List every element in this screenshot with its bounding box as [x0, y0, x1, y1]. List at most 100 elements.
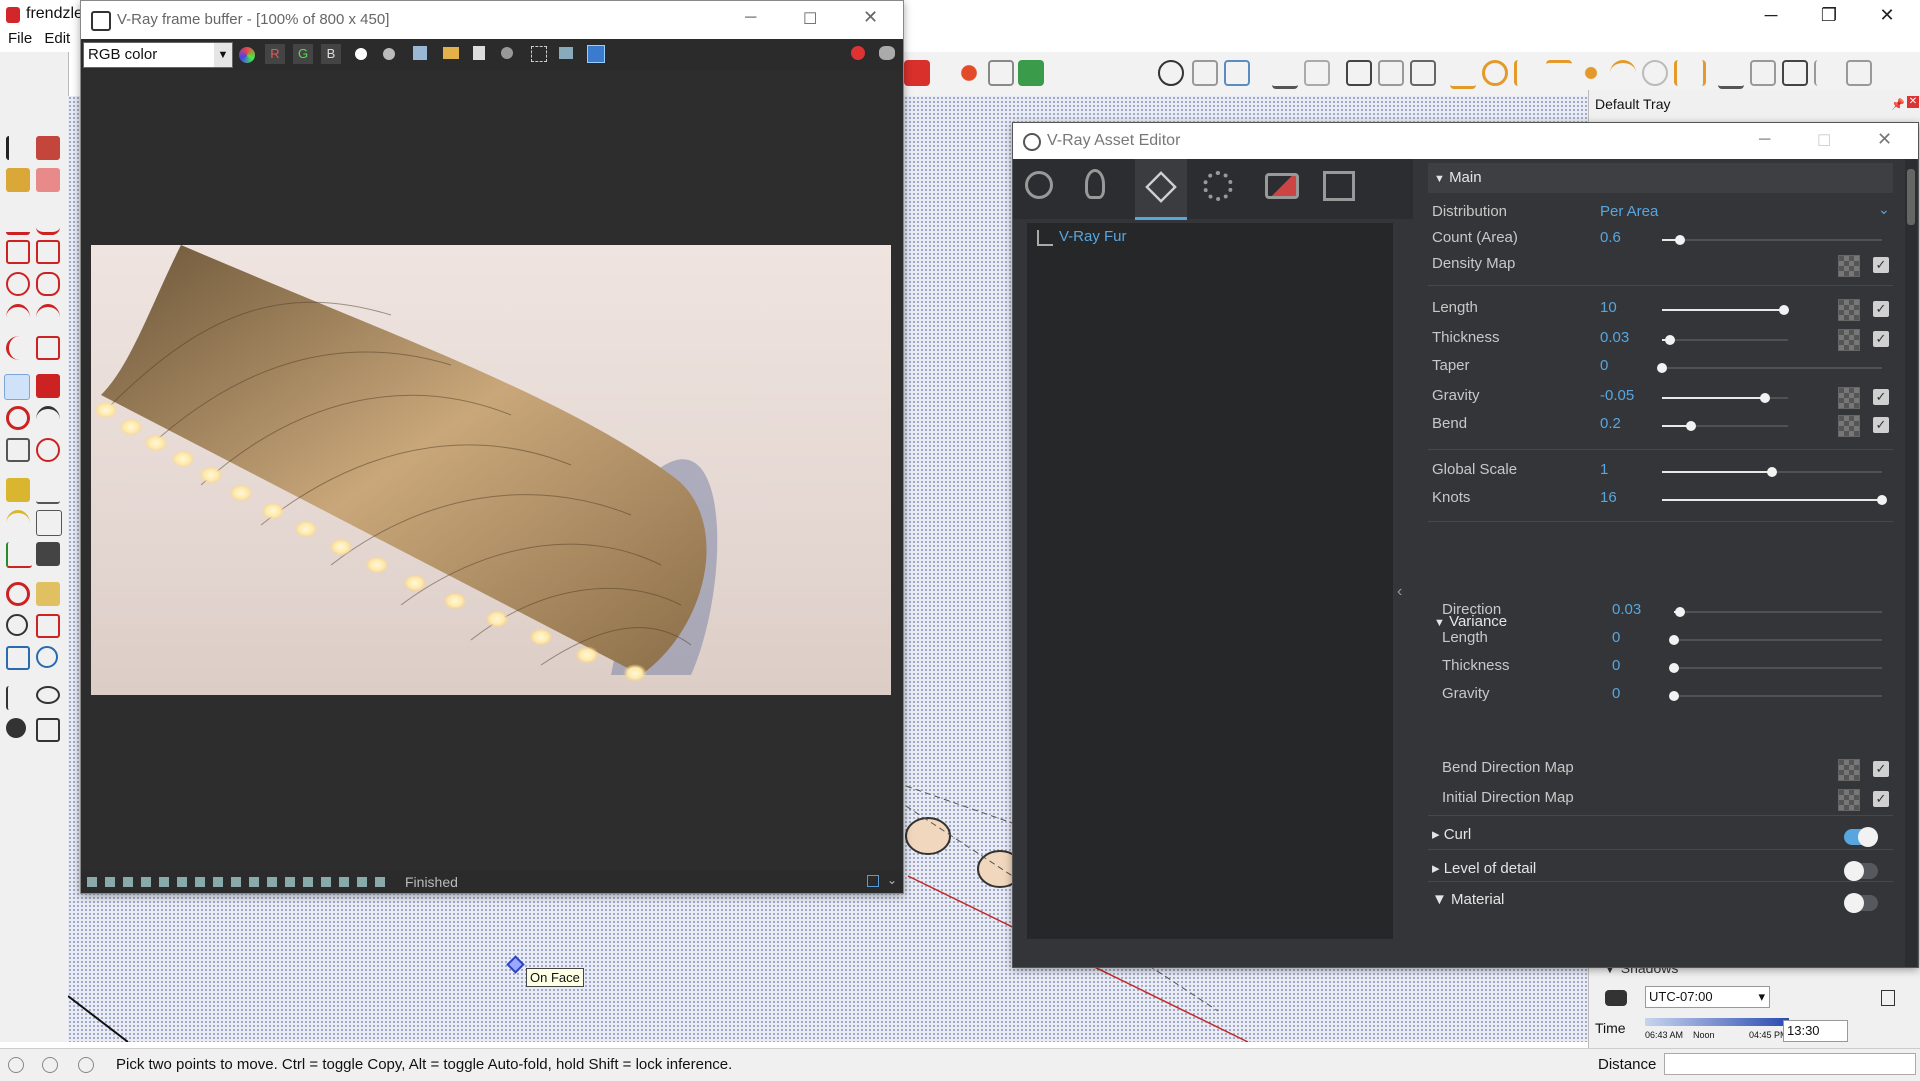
render-output-tab-icon[interactable]: [1323, 171, 1355, 201]
line-icon[interactable]: [6, 208, 30, 235]
arc3-icon[interactable]: [6, 336, 33, 360]
value-slider[interactable]: [1662, 467, 1882, 477]
main-section-header[interactable]: ▼ Main: [1428, 163, 1893, 193]
sun-icon[interactable]: [956, 60, 982, 86]
map-enable-checkbox[interactable]: ✓: [1873, 257, 1889, 273]
clear-image-icon[interactable]: [473, 46, 485, 60]
look-around-icon[interactable]: [36, 686, 60, 704]
history-icon[interactable]: [587, 45, 605, 63]
rectangle-icon[interactable]: [6, 240, 30, 264]
arc2-icon[interactable]: [36, 304, 60, 331]
map-enable-checkbox[interactable]: ✓: [1873, 761, 1889, 777]
teapot-render-icon[interactable]: [1192, 60, 1218, 86]
outliner-icon[interactable]: [988, 60, 1014, 86]
property-value[interactable]: -0.05: [1600, 387, 1634, 404]
property-value[interactable]: 0.2: [1600, 415, 1621, 432]
vray-logo-icon[interactable]: [1158, 60, 1184, 86]
mono-icon[interactable]: [383, 48, 395, 60]
select-icon[interactable]: [6, 136, 33, 160]
protractor-icon[interactable]: [6, 510, 30, 537]
value-slider[interactable]: [1669, 691, 1882, 701]
tray-close-icon[interactable]: ✕: [1907, 96, 1919, 108]
variance-property-value[interactable]: 0.03: [1612, 601, 1641, 618]
channel-select[interactable]: RGB color ▼: [83, 42, 233, 68]
menu-file[interactable]: File: [8, 30, 32, 47]
frame-icon[interactable]: [1346, 60, 1372, 86]
value-slider[interactable]: [1662, 305, 1789, 315]
section-tool-icon[interactable]: [904, 60, 930, 86]
slider-knob[interactable]: [1669, 663, 1679, 673]
minimize-button[interactable]: ─: [1742, 0, 1800, 30]
geometry-tab-icon[interactable]: [1135, 159, 1187, 220]
tape-measure-icon[interactable]: [6, 478, 30, 502]
texture-map-button[interactable]: [1838, 387, 1860, 409]
zoom-icon[interactable]: [6, 614, 28, 636]
text-icon[interactable]: [36, 510, 62, 536]
clipper-icon[interactable]: [1846, 60, 1872, 86]
omni-light-icon[interactable]: [1578, 60, 1604, 86]
orbit-icon[interactable]: [6, 582, 30, 606]
value-slider[interactable]: [1669, 663, 1882, 673]
vfb-bottom-tools-icon[interactable]: [87, 877, 387, 887]
property-value[interactable]: 0.03: [1600, 329, 1629, 346]
value-slider[interactable]: [1662, 495, 1887, 505]
lights-tab-icon[interactable]: [1085, 169, 1105, 199]
variance-property-value[interactable]: 0: [1612, 685, 1620, 702]
time-input[interactable]: 13:30: [1783, 1020, 1848, 1042]
ae-maximize-button[interactable]: ☐: [1817, 131, 1831, 151]
render-teapot-icon[interactable]: [879, 46, 895, 60]
batch-render-icon[interactable]: [1272, 60, 1298, 89]
dome-light-icon[interactable]: [1610, 60, 1636, 89]
map-enable-checkbox[interactable]: ✓: [1873, 389, 1889, 405]
vfb-maximize-button[interactable]: ☐: [803, 9, 817, 29]
chevron-down-icon[interactable]: ⌄: [1878, 201, 1890, 218]
settings-tab-icon[interactable]: [1203, 171, 1233, 201]
vfb-close-button[interactable]: ✕: [863, 7, 878, 28]
texture-map-button[interactable]: [1838, 759, 1860, 781]
map-enable-checkbox[interactable]: ✓: [1873, 331, 1889, 347]
ae-close-button[interactable]: ✕: [1877, 129, 1892, 150]
zoom-window-icon[interactable]: [36, 614, 60, 638]
rotated-rect-icon[interactable]: [36, 240, 60, 264]
rotate-icon[interactable]: [6, 406, 30, 430]
collapsed-section-header[interactable]: ▼ Material: [1432, 891, 1504, 908]
value-slider[interactable]: [1662, 421, 1788, 431]
slider-knob[interactable]: [1669, 691, 1679, 701]
save-image-icon[interactable]: [413, 46, 427, 60]
vfb-more-icon[interactable]: ⌄: [887, 873, 897, 887]
green-channel-button[interactable]: G: [293, 44, 313, 64]
map-enable-checkbox[interactable]: ✓: [1873, 301, 1889, 317]
menu-edit[interactable]: Edit: [44, 30, 70, 47]
value-slider[interactable]: [1662, 335, 1788, 345]
credits-icon[interactable]: [42, 1057, 58, 1073]
section-toggle[interactable]: [1844, 827, 1878, 847]
panel-collapse-arrow-icon[interactable]: ‹: [1397, 583, 1402, 601]
spot-light-icon[interactable]: [1514, 60, 1543, 86]
texture-map-button[interactable]: [1838, 329, 1860, 351]
interactive-render-icon[interactable]: [1224, 60, 1250, 86]
sphere-light-icon[interactable]: [1482, 60, 1508, 86]
ies-light-icon[interactable]: [1546, 60, 1572, 89]
frame-copy-icon[interactable]: [1378, 60, 1404, 86]
previous-view-icon[interactable]: [36, 646, 58, 668]
slider-knob[interactable]: [1779, 305, 1789, 315]
slider-knob[interactable]: [1760, 393, 1770, 403]
value-slider[interactable]: [1662, 235, 1882, 245]
blue-channel-button[interactable]: B: [321, 44, 341, 64]
section-toggle[interactable]: [1844, 861, 1878, 881]
texture-map-button[interactable]: [1838, 789, 1860, 811]
property-value[interactable]: 1: [1600, 461, 1608, 478]
collapsed-section-header[interactable]: ▸ Level of detail: [1432, 859, 1536, 877]
pan-icon[interactable]: [36, 582, 60, 606]
freehand-icon[interactable]: [36, 208, 60, 235]
timezone-select[interactable]: UTC-07:00 ▾: [1645, 986, 1770, 1008]
3d-text-icon[interactable]: [36, 542, 60, 566]
measurements-input[interactable]: [1664, 1053, 1916, 1075]
fur-icon[interactable]: [1814, 60, 1842, 86]
slider-knob[interactable]: [1665, 335, 1675, 345]
render-elements-tab-icon[interactable]: [1265, 173, 1299, 199]
vfb-icon[interactable]: [1304, 60, 1330, 86]
infinite-plane-icon[interactable]: [1718, 60, 1744, 89]
link-icon[interactable]: [559, 47, 573, 59]
proxy-icon[interactable]: [1750, 60, 1776, 86]
